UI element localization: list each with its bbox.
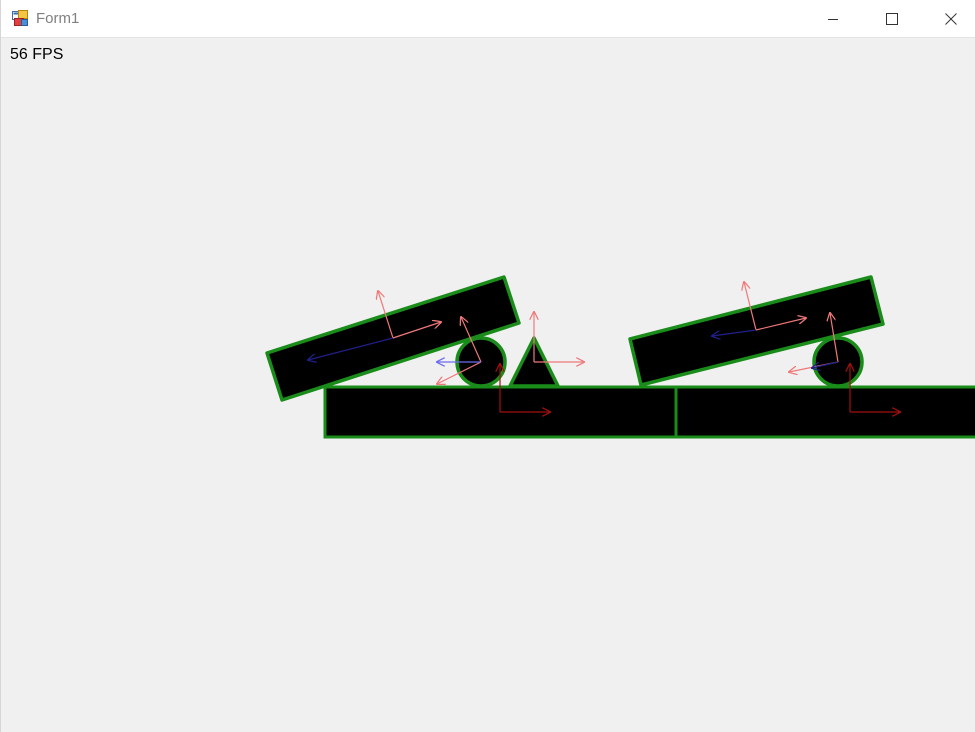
close-button[interactable] [922, 0, 975, 38]
client-area[interactable]: 56 FPS [1, 38, 975, 732]
minimize-icon [828, 19, 838, 20]
maximize-button[interactable] [863, 0, 921, 38]
app-icon[interactable] [12, 10, 28, 26]
maximize-icon [886, 13, 898, 25]
window-title: Form1 [36, 10, 80, 27]
app-window: Form1 56 FPS [0, 0, 975, 732]
title-bar[interactable]: Form1 [1, 0, 975, 38]
ground-box-right [674, 385, 975, 439]
minimize-button[interactable] [804, 0, 862, 38]
close-icon [945, 13, 957, 25]
physics-scene[interactable] [1, 38, 975, 732]
